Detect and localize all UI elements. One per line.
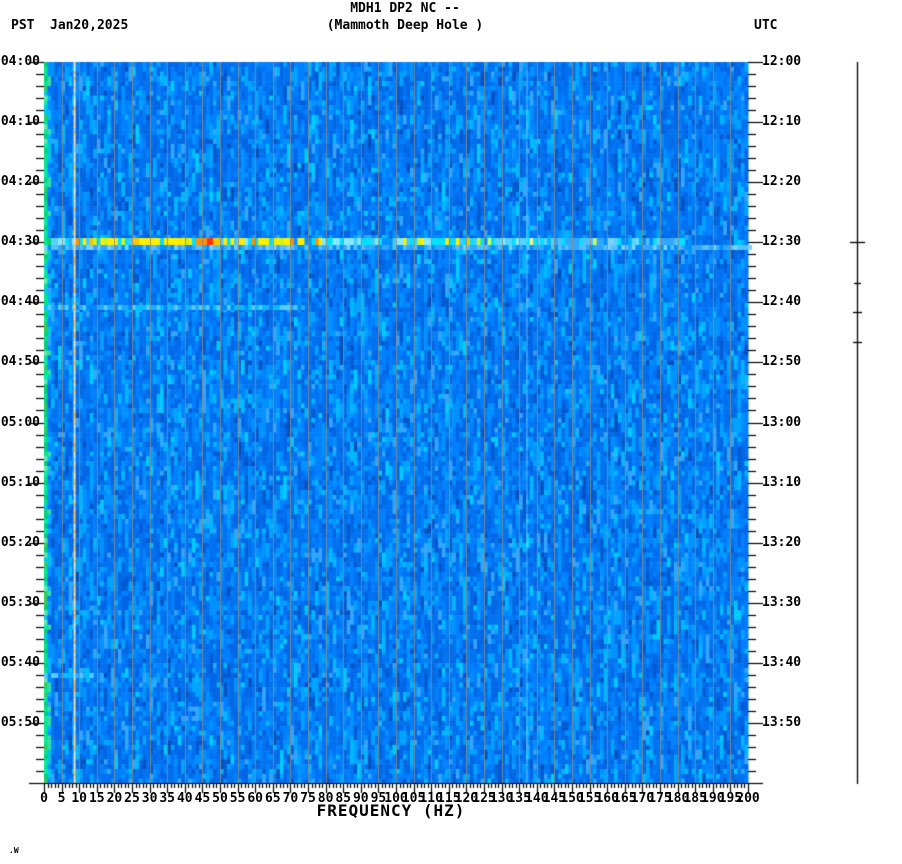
frequency-tick-label: 45	[194, 791, 211, 806]
left-time-label: 05:20	[0, 534, 40, 550]
left-time-label: 05:10	[0, 474, 40, 490]
right-time-label: 13:40	[762, 654, 802, 670]
left-time-label: 05:00	[0, 414, 40, 430]
frequency-tick-label: 60	[247, 791, 264, 806]
watermark: .W	[9, 846, 19, 855]
frequency-tick-label: 0	[40, 791, 48, 806]
right-time-label: 12:00	[762, 54, 802, 69]
spectrogram-page: PST Jan20,2025 MDH1 DP2 NC -- (Mammoth D…	[0, 0, 902, 864]
left-time-label: 05:40	[0, 654, 40, 670]
left-time-label: 04:20	[0, 174, 40, 190]
right-time-label: 13:00	[762, 414, 802, 430]
left-time-label: 05:30	[0, 594, 40, 610]
frequency-axis-title: FREQUENCY (HZ)	[316, 801, 466, 820]
date-label: Jan20,2025	[50, 18, 129, 33]
frequency-tick-label: 30	[141, 791, 158, 806]
right-time-label: 12:10	[762, 114, 802, 130]
right-time-label: 12:30	[762, 234, 802, 250]
left-time-label: 05:50	[0, 714, 40, 730]
right-time-label: 13:50	[762, 714, 802, 730]
right-time-label: 12:40	[762, 294, 802, 310]
frequency-tick-label: 25	[124, 791, 140, 806]
frequency-tick-label: 55	[229, 791, 246, 806]
right-time-label: 12:20	[762, 174, 802, 190]
frequency-tick-label: 10	[71, 791, 88, 806]
right-time-label: 13:10	[762, 474, 802, 490]
left-time-label: 04:40	[0, 294, 40, 310]
frequency-tick-label: 15	[88, 791, 105, 806]
frequency-tick-label: 5	[57, 791, 66, 806]
frequency-tick-label: 35	[159, 791, 176, 806]
frequency-tick-label: 200	[736, 791, 760, 806]
right-time-label: 13:30	[762, 594, 802, 610]
frequency-tick-label: 20	[106, 791, 123, 806]
spectrogram-canvas	[0, 0, 902, 864]
station-title: MDH1 DP2 NC --	[350, 1, 460, 16]
timezone-left-label: PST	[11, 18, 35, 33]
left-time-label: 04:30	[0, 234, 40, 250]
right-time-label: 12:50	[762, 354, 802, 370]
frequency-tick-label: 40	[176, 791, 193, 806]
left-time-label: 04:10	[0, 114, 40, 130]
frequency-tick-label: 65	[264, 791, 281, 806]
frequency-tick-label: 70	[282, 791, 299, 806]
station-subtitle: (Mammoth Deep Hole )	[326, 18, 484, 33]
timezone-right-label: UTC	[754, 18, 778, 33]
left-time-label: 04:50	[0, 354, 40, 370]
right-time-label: 13:20	[762, 534, 802, 550]
frequency-tick-label: 50	[212, 791, 228, 806]
left-time-label: 04:00	[0, 54, 40, 69]
frequency-tick-label: 75	[300, 791, 316, 806]
